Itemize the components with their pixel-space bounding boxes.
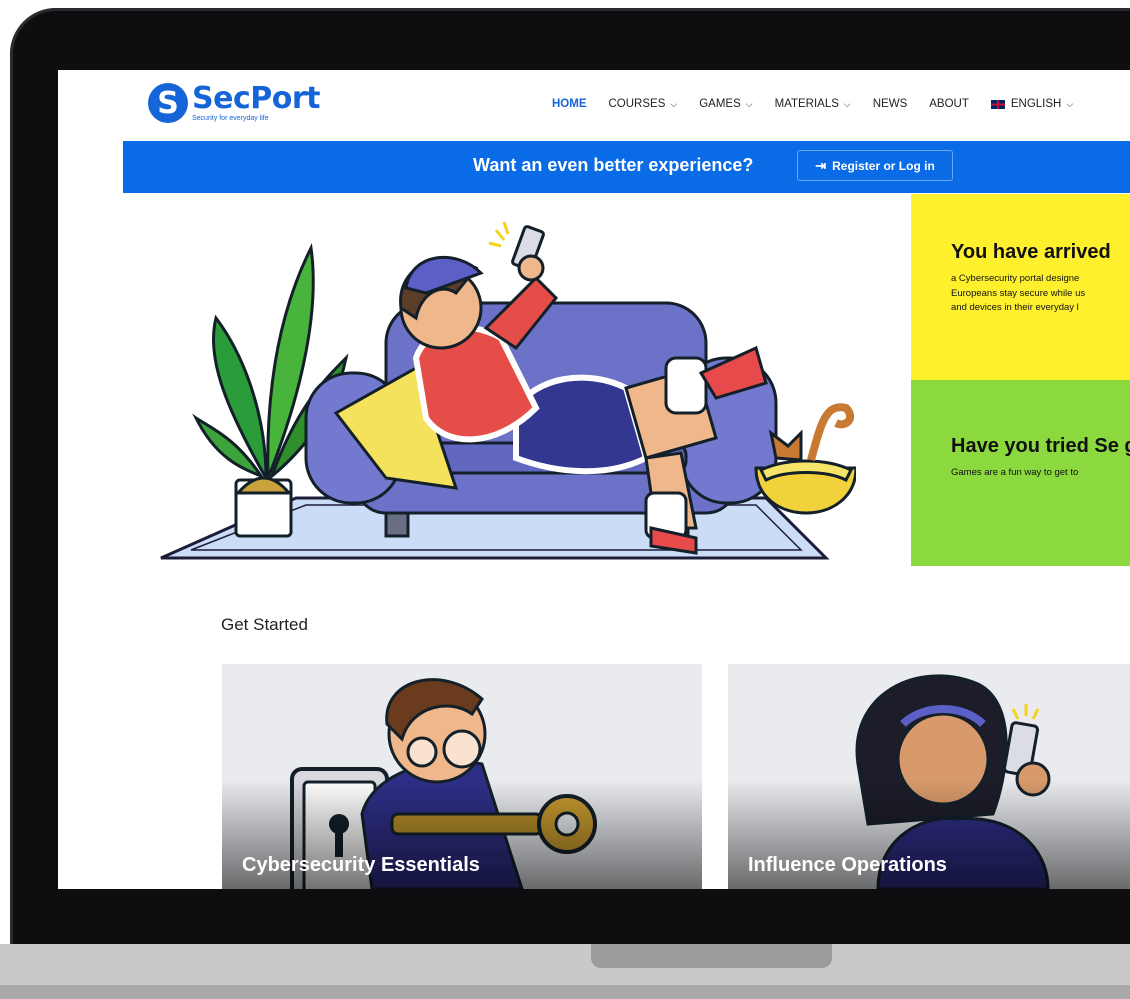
nav-news-label: NEWS xyxy=(872,98,908,110)
nav-games-label: GAMES xyxy=(699,98,741,110)
login-arrow-icon: ⇥ xyxy=(815,157,827,173)
nav-about-label: ABOUT xyxy=(929,98,969,110)
hero-tile-welcome-desc: a Cybersecurity portal designe Europeans… xyxy=(951,273,1086,314)
chevron-down-icon: ⌵ xyxy=(1066,98,1074,109)
chevron-down-icon: ⌵ xyxy=(843,98,851,109)
register-login-label: Register or Log in xyxy=(832,158,935,173)
course-card-influence-operations[interactable]: Influence Operations xyxy=(728,664,1130,889)
hero-illustration xyxy=(160,221,856,560)
hero-tile-welcome-title: You have arrived xyxy=(951,241,1111,263)
register-login-button[interactable]: ⇥ Register or Log in xyxy=(797,150,953,181)
course-card-cybersecurity-essentials[interactable]: Cybersecurity Essentials xyxy=(222,664,702,889)
browser-viewport: S SecPort Security for everyday life HOM… xyxy=(58,70,1130,889)
course-card-label: Cybersecurity Essentials xyxy=(242,854,480,876)
site-header: S SecPort Security for everyday life HOM… xyxy=(58,70,1130,141)
chevron-down-icon: ⌵ xyxy=(670,98,678,109)
brand-tagline: Security for everyday life xyxy=(192,115,269,122)
site-logo[interactable]: S SecPort Security for everyday life xyxy=(148,83,320,123)
banner-text: Want an even better experience? xyxy=(473,155,754,175)
nav-games[interactable]: GAMES ⌵ xyxy=(699,98,752,110)
get-started-heading: Get Started xyxy=(221,615,308,634)
laptop-hinge-notch xyxy=(591,944,832,968)
uk-flag-icon xyxy=(990,99,1005,109)
nav-materials[interactable]: MATERIALS ⌵ xyxy=(775,98,851,110)
nav-home-label: HOME xyxy=(552,98,587,110)
nav-courses-label: COURSES xyxy=(608,98,666,110)
main-nav: HOME COURSES ⌵ GAMES ⌵ MATERIALS ⌵ NEWS … xyxy=(552,98,1095,110)
course-card-label: Influence Operations xyxy=(748,854,947,876)
shield-s-icon: S xyxy=(148,83,188,123)
hero-tile-welcome[interactable]: You have arrived a Cybersecurity portal … xyxy=(911,194,1130,380)
brand-name: SecPort xyxy=(192,81,320,116)
language-label: ENGLISH xyxy=(1010,98,1062,110)
nav-about[interactable]: ABOUT xyxy=(929,98,969,110)
hero-tile-games-desc: Games are a fun way to get to xyxy=(951,467,1079,478)
nav-home[interactable]: HOME xyxy=(552,98,587,110)
language-selector[interactable]: ENGLISH ⌵ xyxy=(990,98,1074,110)
nav-news[interactable]: NEWS xyxy=(873,98,908,110)
nav-materials-label: MATERIALS xyxy=(774,98,839,110)
hero-tile-games[interactable]: Have you tried Se games? Games are a fun… xyxy=(911,380,1130,566)
nav-courses[interactable]: COURSES ⌵ xyxy=(609,98,678,110)
laptop-base xyxy=(0,944,1130,999)
chevron-down-icon: ⌵ xyxy=(745,98,753,109)
hero-tile-games-title: Have you tried Se games? xyxy=(951,435,1130,457)
register-banner: Want an even better experience? ⇥ Regist… xyxy=(123,141,1130,193)
